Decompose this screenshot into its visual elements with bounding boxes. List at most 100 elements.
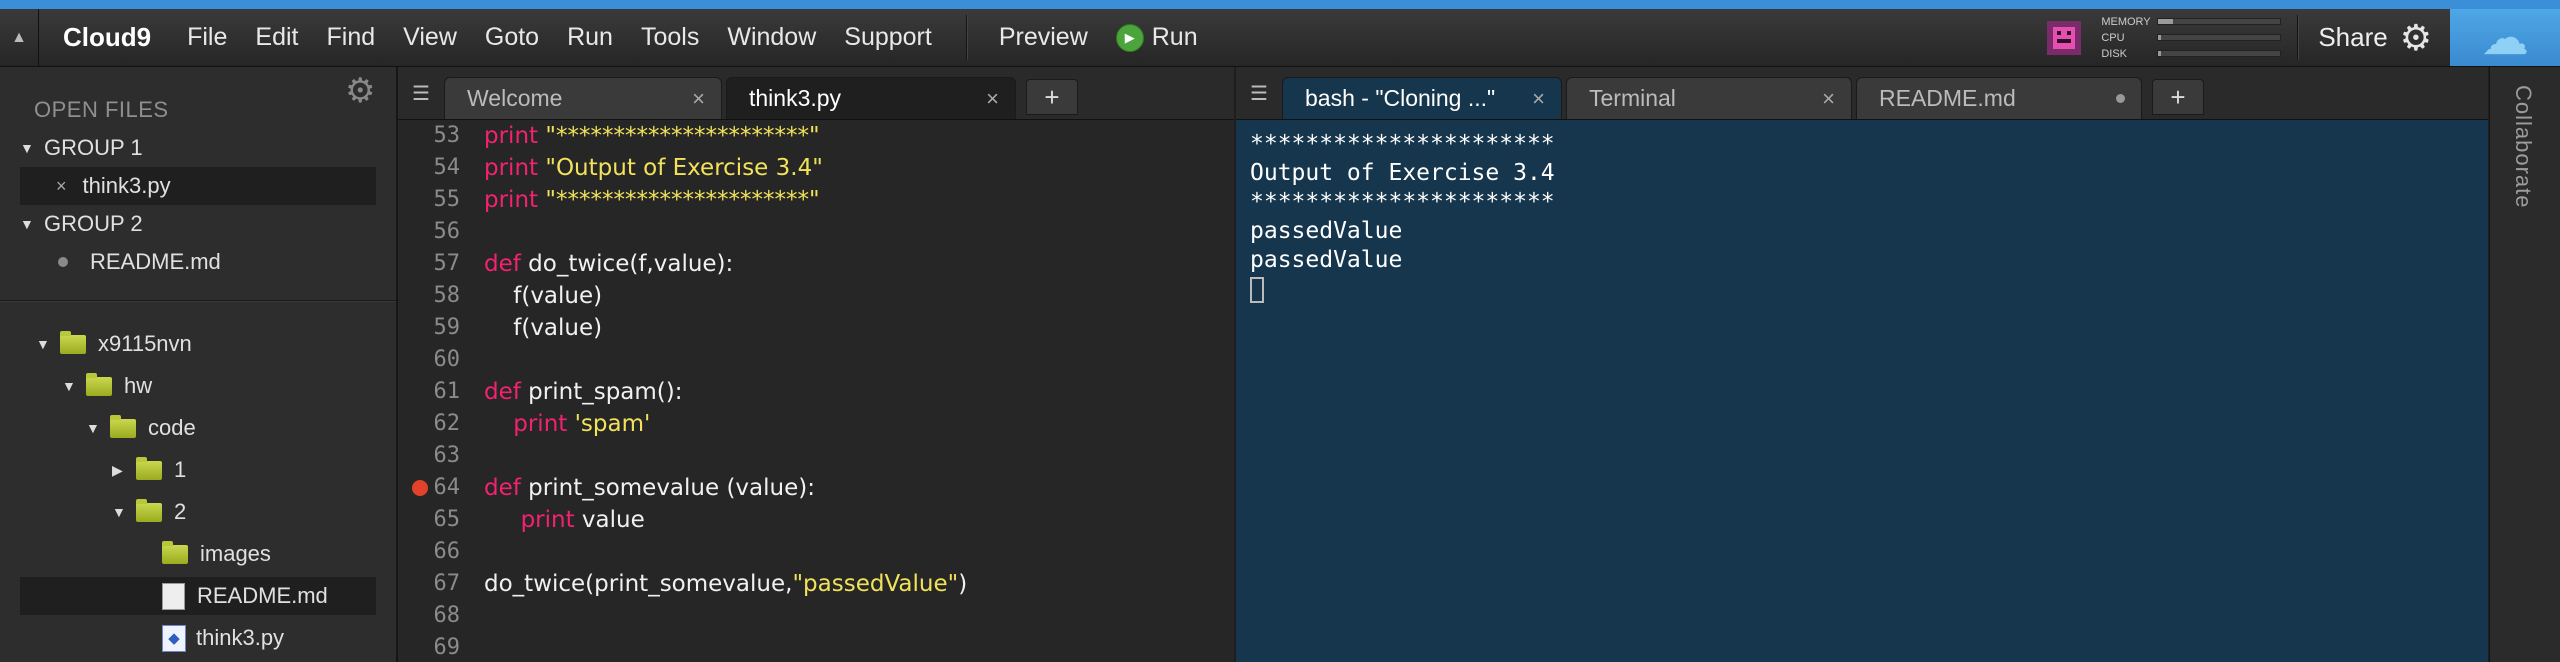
tab-bash[interactable]: bash - "Cloning ..." × (1282, 77, 1562, 119)
open-file-think3[interactable]: × think3.py (20, 167, 376, 205)
tree-readme[interactable]: README.md (20, 577, 376, 615)
line-gutter[interactable]: 53 54 55 56 57 58 59 60 61 62 63 64 65 66 67 68 69 (398, 120, 472, 662)
share-button[interactable]: Share (2306, 22, 2399, 53)
tab-terminal-label: Terminal (1589, 85, 1676, 111)
new-tab-plus-icon[interactable]: + (2152, 79, 2204, 115)
code-keyword: print (484, 187, 539, 213)
breakpoint-icon[interactable] (412, 480, 428, 496)
line-number[interactable]: 66 (398, 536, 461, 568)
resource-stats[interactable]: MEMORY CPU DISK (2101, 14, 2282, 61)
terminal-line: passedValue (1250, 247, 1403, 273)
code-line: def print_spam(): (484, 376, 1234, 408)
preview-button[interactable]: Preview (985, 23, 1102, 52)
line-number[interactable]: 53 (398, 120, 461, 152)
line-number[interactable]: 62 (398, 408, 461, 440)
terminal-tabbar: ☰ bash - "Cloning ..." × Terminal × READ… (1236, 67, 2488, 120)
close-tab-icon[interactable]: × (1822, 86, 1835, 112)
menu-run[interactable]: Run (553, 23, 627, 52)
close-file-icon[interactable]: × (56, 176, 67, 197)
tree-code[interactable]: ▼ code (20, 409, 376, 447)
menu-window[interactable]: Window (713, 23, 830, 52)
tree-root[interactable]: ▼ x9115nvn (20, 325, 376, 363)
group2-row[interactable]: ▼ GROUP 2 (20, 205, 376, 243)
code-content[interactable]: print "**********************" print "Out… (472, 120, 1234, 662)
settings-gear-icon[interactable]: ⚙ (2400, 17, 2432, 59)
code-text: f(value) (484, 283, 603, 309)
code-line: def do_twice(f,value): (484, 248, 1234, 280)
tab-welcome-label: Welcome (467, 85, 563, 111)
code-text: do_twice(print_somevalue, (484, 571, 793, 597)
group1-row[interactable]: ▼ GROUP 1 (20, 129, 376, 167)
tree-folder-1[interactable]: ▶ 1 (20, 451, 376, 489)
code-line: print value (484, 504, 1234, 536)
tab-readme[interactable]: README.md (1856, 77, 2142, 119)
menu-goto[interactable]: Goto (471, 23, 553, 52)
tab-think3[interactable]: think3.py × (726, 77, 1016, 119)
memory-bar (2157, 18, 2282, 25)
tree-folder-2[interactable]: ▼ 2 (20, 493, 376, 531)
line-number[interactable]: 61 (398, 376, 461, 408)
line-number[interactable]: 56 (398, 216, 461, 248)
tree-hw[interactable]: ▼ hw (20, 367, 376, 405)
line-number[interactable]: 59 (398, 312, 461, 344)
menu-support[interactable]: Support (830, 23, 946, 52)
menu-find[interactable]: Find (313, 23, 390, 52)
code-keyword: print (520, 507, 575, 533)
unsaved-dot-icon (58, 257, 68, 267)
cloud9-logo-icon[interactable]: ☁ (2450, 9, 2560, 66)
code-line: print 'spam' (484, 408, 1234, 440)
close-tab-icon[interactable]: × (692, 86, 705, 112)
line-number[interactable]: 67 (398, 568, 461, 600)
tree-folder-1-label: 1 (174, 457, 187, 482)
line-number[interactable]: 64 (398, 472, 461, 504)
user-avatar-icon[interactable] (2047, 20, 2082, 55)
menu-collapse-icon[interactable]: ▲ (0, 9, 39, 66)
tree-images[interactable]: images (20, 535, 376, 573)
tab-think3-label: think3.py (749, 85, 842, 111)
line-number[interactable]: 63 (398, 440, 461, 472)
tree-hw-label: hw (124, 373, 153, 398)
collaborate-label[interactable]: Collaborate (2510, 85, 2536, 209)
share-separator (2297, 15, 2299, 60)
open-files-title: OPEN FILES (34, 97, 169, 122)
folder-icon (60, 330, 86, 354)
tab-welcome[interactable]: Welcome × (444, 77, 722, 119)
line-number[interactable]: 58 (398, 280, 461, 312)
line-number[interactable]: 57 (398, 248, 461, 280)
new-tab-plus-icon[interactable]: + (1026, 79, 1078, 115)
line-number[interactable]: 54 (398, 152, 461, 184)
sidebar-gear-icon[interactable]: ⚙ (345, 71, 375, 111)
app-brand[interactable]: Cloud9 (63, 22, 151, 53)
line-number[interactable]: 69 (398, 632, 461, 662)
tree-think3[interactable]: ◆ think3.py (20, 619, 376, 657)
close-tab-icon[interactable]: × (986, 86, 999, 112)
code-keyword: def (484, 251, 521, 277)
line-number[interactable]: 68 (398, 600, 461, 632)
close-tab-icon[interactable]: × (1532, 86, 1545, 112)
open-file-readme[interactable]: README.md (20, 243, 376, 281)
open-file-readme-label: README.md (90, 249, 221, 274)
pane-menu-icon[interactable]: ☰ (1236, 67, 1282, 119)
menu-edit[interactable]: Edit (241, 23, 312, 52)
collaborate-panel[interactable]: Collaborate (2489, 67, 2560, 662)
group1-label: GROUP 1 (44, 135, 143, 160)
tab-terminal[interactable]: Terminal × (1566, 77, 1852, 119)
menu-tools[interactable]: Tools (627, 23, 713, 52)
menu-file[interactable]: File (173, 23, 241, 52)
line-number[interactable]: 65 (398, 504, 461, 536)
run-button[interactable]: ▶ Run (1102, 23, 1212, 52)
run-button-label: Run (1151, 23, 1198, 51)
line-number[interactable]: 55 (398, 184, 461, 216)
code-keyword: def (484, 379, 521, 405)
unsaved-dot-icon[interactable] (2116, 94, 2125, 103)
menu-view[interactable]: View (389, 23, 471, 52)
terminal-output[interactable]: ********************** Output of Exercis… (1236, 120, 2488, 662)
tree-readme-label: README.md (197, 583, 328, 608)
line-number[interactable]: 60 (398, 344, 461, 376)
code-editor[interactable]: 53 54 55 56 57 58 59 60 61 62 63 64 65 66 67 68 69 print… (398, 120, 1234, 662)
terminal-cursor[interactable] (1250, 276, 1264, 303)
pane-menu-icon[interactable]: ☰ (398, 67, 444, 119)
